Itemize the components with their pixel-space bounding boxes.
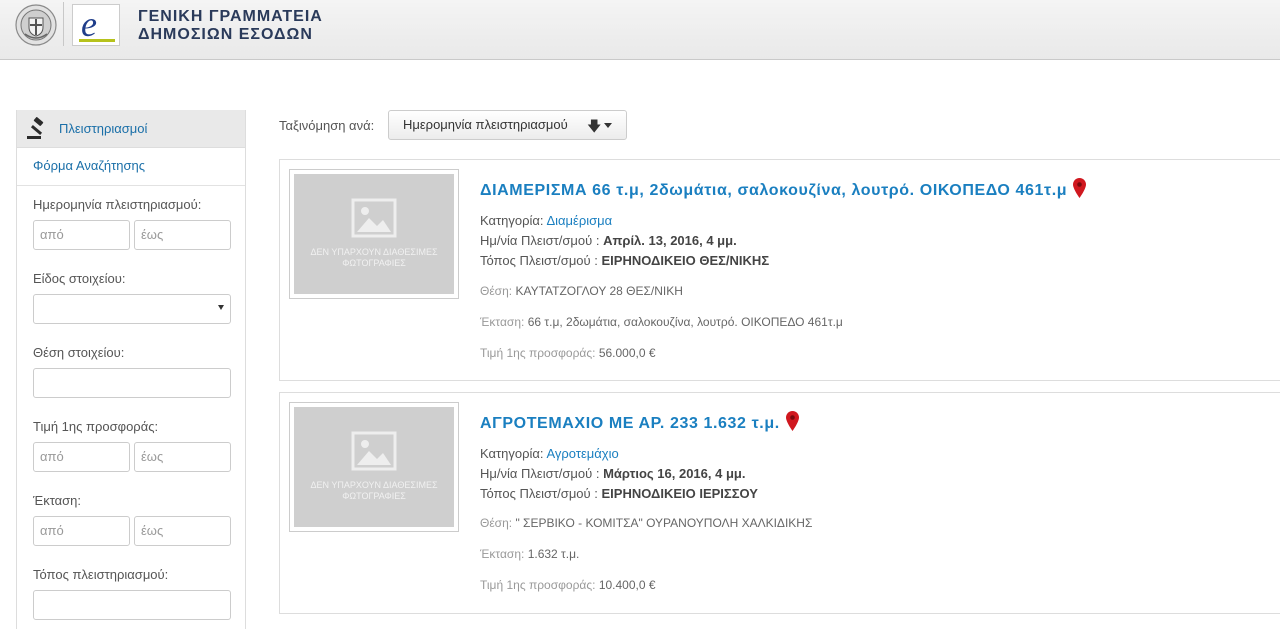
auction-place-input[interactable]: [33, 590, 231, 620]
no-photo-placeholder: ΔΕΝ ΥΠΑΡΧΟΥΝ ΔΙΑΘΕΣΙΜΕΣ ΦΩΤΟΓΡΑΦΙΕΣ: [294, 407, 454, 527]
listing-title-link[interactable]: ΑΓΡΟΤΕΜΑΧΙΟ ΜΕ ΑΡ. 233 1.632 τ.μ.: [480, 411, 799, 433]
brand-line-1: ΓΕΝΙΚΗ ΓΡΑΜΜΑΤΕΙΑ: [138, 8, 323, 25]
map-pin-icon[interactable]: [785, 411, 799, 431]
location-value: " ΣΕΡΒΙΚΟ - ΚΟΜΙΤΣΑ" ΟΥΡΑΝΟΥΠΟΛΗ ΧΑΛΚΙΔΙ…: [515, 516, 813, 530]
location-value: ΚΑΥΤΑΤΖΟΓΛΟΥ 28 ΘΕΣ/ΝΙΚΗ: [515, 284, 683, 298]
location-label: Θέση:: [480, 516, 513, 530]
listing-title: ΔΙΑΜΕΡΙΣΜΑ 66 τ.μ, 2δωμάτια, σαλοκουζίνα…: [480, 182, 1068, 199]
price-from-input[interactable]: από: [33, 442, 130, 472]
listing-thumbnail[interactable]: ΔΕΝ ΥΠΑΡΧΟΥΝ ΔΙΑΘΕΣΙΜΕΣ ΦΩΤΟΓΡΑΦΙΕΣ: [289, 402, 459, 532]
area-value: 1.632 τ.μ.: [527, 547, 580, 561]
price-to-input[interactable]: έως: [134, 442, 231, 472]
gavel-icon: [27, 116, 44, 139]
chevron-down-icon: [218, 305, 224, 310]
svg-text:e: e: [81, 5, 97, 44]
no-photo-line-2: ΦΩΤΟΓΡΑΦΙΕΣ: [342, 491, 406, 501]
brand-line-2: ΔΗΜΟΣΙΩΝ ΕΣΟΔΩΝ: [138, 26, 313, 43]
location-label: Θέση στοιχείου:: [33, 345, 125, 360]
greek-emblem-logo[interactable]: [15, 4, 57, 46]
listing-place-row: Τόπος Πλειστ/σμού : ΕΙΡΗΝΟΔΙΚΕΙΟ ΘΕΣ/ΝΙΚ…: [480, 253, 769, 268]
listing-category-row: Κατηγορία: Αγροτεμάχιο: [480, 446, 619, 461]
no-photo-line-1: ΔΕΝ ΥΠΑΡΧΟΥΝ ΔΙΑΘΕΣΙΜΕΣ: [310, 480, 438, 490]
no-photo-text: ΔΕΝ ΥΠΑΡΧΟΥΝ ΔΙΑΘΕΣΙΜΕΣ ΦΩΤΟΓΡΑΦΙΕΣ: [294, 247, 454, 269]
date-to-input[interactable]: έως: [134, 220, 231, 250]
first-offer-value: 56.000,0 €: [598, 346, 656, 360]
listing-title-link[interactable]: ΔΙΑΜΕΡΙΣΜΑ 66 τ.μ, 2δωμάτια, σαλοκουζίνα…: [480, 178, 1087, 200]
area-label: Έκταση:: [480, 315, 525, 329]
caret-down-icon: [604, 123, 612, 128]
listing-category-row: Κατηγορία: Διαμέρισμα: [480, 213, 612, 228]
first-offer-label: Τιμή 1ης προσφοράς:: [480, 346, 596, 360]
search-form-link[interactable]: Φόρμα Αναζήτησης: [17, 148, 245, 186]
date-label: Ημερομηνία πλειστηριασμού:: [33, 197, 202, 212]
auction-place-label: Τόπος Πλειστ/σμού :: [480, 486, 598, 501]
auction-place-label: Τόπος πλειστηριασμού:: [33, 567, 169, 582]
arrow-down-icon: 🡇: [587, 118, 602, 134]
listing-area-row: Έκταση: 1.632 τ.μ.: [480, 547, 579, 561]
area-to-input[interactable]: έως: [134, 516, 231, 546]
brand-title: ΓΕΝΙΚΗ ΓΡΑΜΜΑΤΕΙΑ ΔΗΜΟΣΙΩΝ ΕΣΟΔΩΝ: [138, 8, 323, 44]
site-header: e ΓΕΝΙΚΗ ΓΡΑΜΜΑΤΕΙΑ ΔΗΜΟΣΙΩΝ ΕΣΟΔΩΝ: [0, 0, 1280, 60]
no-photo-text: ΔΕΝ ΥΠΑΡΧΟΥΝ ΔΙΑΘΕΣΙΜΕΣ ΦΩΤΟΓΡΑΦΙΕΣ: [294, 480, 454, 502]
listing-date-row: Ημ/νία Πλειστ/σμού : Μάρτιος 16, 2016, 4…: [480, 466, 745, 481]
listing-place-row: Τόπος Πλειστ/σμού : ΕΙΡΗΝΟΔΙΚΕΙΟ ΙΕΡΙΣΣΟ…: [480, 486, 758, 501]
location-input[interactable]: [33, 368, 231, 398]
auction-date-label: Ημ/νία Πλειστ/σμού :: [480, 466, 600, 481]
category-label: Κατηγορία:: [480, 213, 544, 228]
sort-selected-label: Ημερομηνία πλειστηριασμού: [403, 117, 568, 132]
first-offer-label: Τιμή 1ης προσφοράς:: [480, 578, 596, 592]
first-offer-value: 10.400,0 €: [598, 578, 656, 592]
image-placeholder-icon: [351, 431, 397, 471]
listing-location-row: Θέση: ΚΑΥΤΑΤΖΟΓΛΟΥ 28 ΘΕΣ/ΝΙΚΗ: [480, 284, 683, 298]
category-value[interactable]: Αγροτεμάχιο: [546, 446, 618, 461]
sort-dropdown-button[interactable]: Ημερομηνία πλειστηριασμού 🡇: [388, 110, 627, 140]
listing-title: ΑΓΡΟΤΕΜΑΧΙΟ ΜΕ ΑΡ. 233 1.632 τ.μ.: [480, 415, 780, 432]
auction-place-value: ΕΙΡΗΝΟΔΙΚΕΙΟ ΙΕΡΙΣΣΟΥ: [601, 486, 758, 501]
search-sidebar: Πλειστηριασμοί Φόρμα Αναζήτησης Ημερομην…: [16, 110, 246, 629]
auction-date-value: Μάρτιος 16, 2016, 4 μμ.: [603, 466, 746, 481]
location-label: Θέση:: [480, 284, 513, 298]
sidebar-header-auctions[interactable]: Πλειστηριασμοί: [17, 110, 245, 148]
listing-area-row: Έκταση: 66 τ.μ, 2δωμάτια, σαλοκουζίνα, λ…: [480, 315, 843, 329]
type-select[interactable]: [33, 294, 231, 324]
sidebar-header-label: Πλειστηριασμοί: [59, 121, 148, 136]
no-photo-line-1: ΔΕΝ ΥΠΑΡΧΟΥΝ ΔΙΑΘΕΣΙΜΕΣ: [310, 247, 438, 257]
no-photo-line-2: ΦΩΤΟΓΡΑΦΙΕΣ: [342, 258, 406, 268]
no-photo-placeholder: ΔΕΝ ΥΠΑΡΧΟΥΝ ΔΙΑΘΕΣΙΜΕΣ ΦΩΤΟΓΡΑΦΙΕΣ: [294, 174, 454, 294]
auction-date-label: Ημ/νία Πλειστ/σμού :: [480, 233, 600, 248]
listing-card: ΔΕΝ ΥΠΑΡΧΟΥΝ ΔΙΑΘΕΣΙΜΕΣ ΦΩΤΟΓΡΑΦΙΕΣ ΔΙΑΜ…: [279, 159, 1280, 381]
image-placeholder-icon: [351, 198, 397, 238]
price-label: Τιμή 1ης προσφοράς:: [33, 419, 159, 434]
listing-date-row: Ημ/νία Πλειστ/σμού : Απρίλ. 13, 2016, 4 …: [480, 233, 737, 248]
sort-label: Ταξινόμηση ανά:: [279, 118, 375, 133]
area-label: Έκταση:: [33, 493, 82, 508]
auction-place-label: Τόπος Πλειστ/σμού :: [480, 253, 598, 268]
listing-price-row: Τιμή 1ης προσφοράς: 56.000,0 €: [480, 346, 656, 360]
area-value: 66 τ.μ, 2δωμάτια, σαλοκουζίνα, λουτρό. Ο…: [527, 315, 843, 329]
header-divider: [63, 2, 64, 46]
area-label: Έκταση:: [480, 547, 525, 561]
category-value[interactable]: Διαμέρισμα: [546, 213, 612, 228]
auction-place-value: ΕΙΡΗΝΟΔΙΚΕΙΟ ΘΕΣ/ΝΙΚΗΣ: [601, 253, 770, 268]
listing-price-row: Τιμή 1ης προσφοράς: 10.400,0 €: [480, 578, 656, 592]
e-government-logo[interactable]: e: [72, 4, 120, 46]
category-label: Κατηγορία:: [480, 446, 544, 461]
auction-date-value: Απρίλ. 13, 2016, 4 μμ.: [603, 233, 737, 248]
type-label: Είδος στοιχείου:: [33, 271, 126, 286]
date-from-input[interactable]: από: [33, 220, 130, 250]
listing-thumbnail[interactable]: ΔΕΝ ΥΠΑΡΧΟΥΝ ΔΙΑΘΕΣΙΜΕΣ ΦΩΤΟΓΡΑΦΙΕΣ: [289, 169, 459, 299]
listing-location-row: Θέση: " ΣΕΡΒΙΚΟ - ΚΟΜΙΤΣΑ" ΟΥΡΑΝΟΥΠΟΛΗ Χ…: [480, 516, 812, 530]
area-from-input[interactable]: από: [33, 516, 130, 546]
listing-card: ΔΕΝ ΥΠΑΡΧΟΥΝ ΔΙΑΘΕΣΙΜΕΣ ΦΩΤΟΓΡΑΦΙΕΣ ΑΓΡΟ…: [279, 392, 1280, 614]
map-pin-icon[interactable]: [1073, 178, 1087, 198]
